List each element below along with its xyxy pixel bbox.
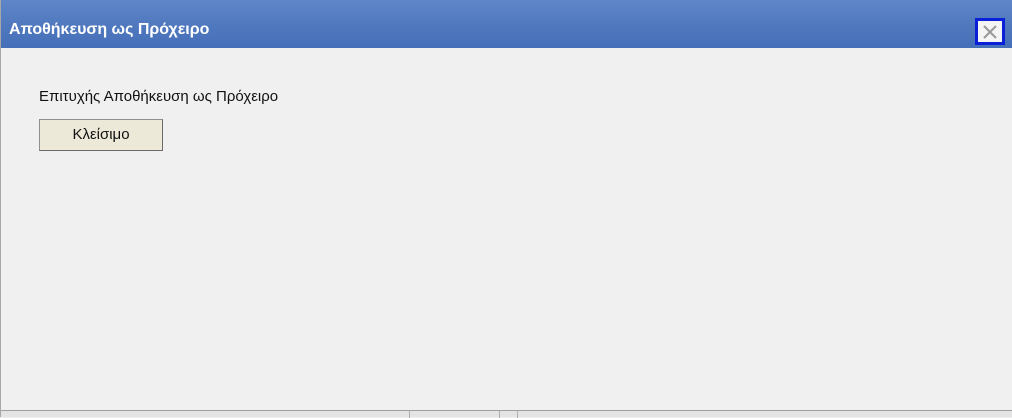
close-button[interactable]: Κλείσιμο — [39, 119, 163, 151]
dialog-content: Επιτυχής Αποθήκευση ως Πρόχειρο Κλείσιμο — [1, 48, 1012, 410]
close-icon — [983, 25, 997, 39]
save-draft-dialog: Αποθήκευση ως Πρόχειρο Επιτυχής Αποθήκευ… — [0, 0, 1012, 418]
dialog-close-button[interactable] — [975, 18, 1005, 45]
dialog-bottom-border — [1, 410, 1012, 418]
dialog-title: Αποθήκευση ως Πρόχειρο — [9, 21, 210, 38]
dialog-titlebar: Αποθήκευση ως Πρόχειρο — [1, 0, 1012, 48]
success-message: Επιτυχής Αποθήκευση ως Πρόχειρο — [39, 88, 279, 105]
